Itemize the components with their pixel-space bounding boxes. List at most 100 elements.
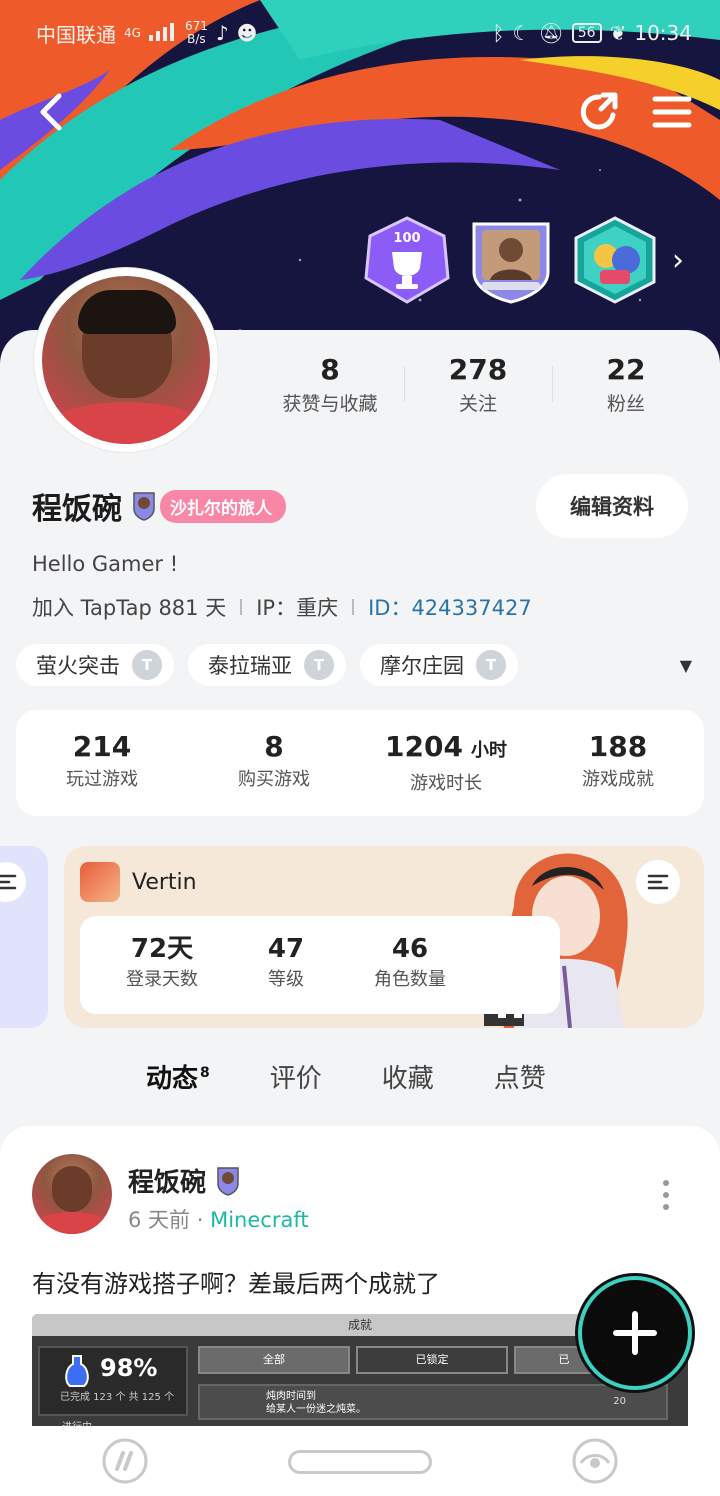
status-bar: 中国联通 4G 671 B/s ♪ ☻ ᛒ ☾ 🔕︎ 56 ❦ 10:34 [36,16,692,50]
edit-profile-button[interactable]: 编辑资料 [536,474,688,538]
playtime-label: 游戏时长 [410,773,482,794]
tier-coin-icon: T [476,650,506,680]
list-settings-icon [0,874,17,890]
screenshot-done-count: 已完成 123 个 共 125 个 [60,1392,175,1403]
hamburger-icon [652,96,692,128]
achievements-stat[interactable]: 188 游戏成就 [532,710,704,816]
bought-games-stat[interactable]: 8 购买游戏 [188,710,360,816]
post-meta: 6 天前 · Minecraft [128,1208,309,1232]
character-count-value: 46 [391,934,429,964]
share-button[interactable] [576,88,624,136]
fans-label: 粉丝 [606,393,645,415]
shield-badge-icon[interactable] [132,491,156,521]
clock: 10:34 [634,21,692,45]
home-pill[interactable] [288,1450,432,1474]
following-count: 278 [448,353,508,386]
screenshot-in-progress: 进行中 [62,1418,92,1426]
post-game-link[interactable]: Minecraft [210,1208,309,1232]
tab-favorites[interactable]: 收藏 [382,1058,434,1095]
character-count-label: 角色数量 [374,969,446,990]
title-tag[interactable]: 沙扎尔的旅人 [160,489,286,523]
menu-button[interactable] [650,92,694,132]
following-stat[interactable]: 278 关注 [404,350,552,418]
game-tags: 萤火突击 T 泰拉瑞亚 T 摩尔庄园 T ▼ [16,644,692,686]
trophy-badge[interactable]: 100 [364,216,450,304]
back-button[interactable] [30,90,70,134]
game-tag[interactable]: 泰拉瑞亚 T [188,644,346,686]
caret-down-icon[interactable]: ▼ [680,656,692,675]
post-author[interactable]: 程饭碗 [128,1162,240,1199]
create-post-button[interactable] [582,1280,688,1386]
content-tabs: 动态 8 评价 收藏 点赞 [146,1058,546,1099]
login-days-value: 72天 [130,934,194,964]
playtime-stat[interactable]: 1204 小时 游戏时长 [360,710,532,816]
tab-moments[interactable]: 动态 8 [146,1058,210,1099]
chevron-right-icon[interactable]: › [672,243,684,278]
eye-icon [572,1438,618,1484]
system-nav-bar [0,1426,720,1496]
playtime-count: 1204 小时 [385,730,507,763]
level-label: 等级 [268,969,304,990]
tab-likes[interactable]: 点赞 [494,1058,546,1095]
bought-games-label: 购买游戏 [238,769,310,790]
nav-eye-button[interactable] [570,1436,620,1486]
achievements-label: 游戏成就 [582,769,654,790]
music-icon: ♪ [215,21,229,45]
character-badge[interactable] [572,216,658,304]
chevron-left-icon [40,93,62,131]
mute-icon: 🔕︎ [538,21,564,45]
badge-row[interactable]: 100 › [364,216,684,304]
post-author-avatar[interactable] [32,1154,112,1234]
svg-text:100: 100 [393,231,420,246]
leaf-icon: ❦ [609,21,627,45]
more-options-button[interactable] [660,1180,672,1210]
screenshot-tab-all: 全部 [198,1346,350,1374]
likes-label: 获赞与收藏 [282,393,378,415]
list-settings-icon [647,874,669,890]
nav-app-button[interactable] [100,1436,150,1486]
game-tag-label: 萤火突击 [36,654,120,678]
screenshot-row-count: 20 [613,1396,626,1407]
share-icon [580,92,618,130]
fans-stat[interactable]: 22 粉丝 [552,350,700,418]
screenshot-achievement-row: 炖肉时间到 给某人一份迷之炖菜。 20 [198,1384,668,1420]
game-tag-label: 泰拉瑞亚 [208,654,292,678]
name-row: 程饭碗 沙扎尔的旅人 [32,484,286,528]
likes-stat[interactable]: 8 获赞与收藏 [256,350,404,418]
tab-reviews[interactable]: 评价 [270,1058,322,1095]
hex-character-icon [574,216,656,304]
login-days-label: 登录天数 [126,969,198,990]
fans-count: 22 [606,353,646,386]
level-value: 47 [267,934,305,964]
network-label: 4G [124,26,141,40]
bluetooth-icon: ᛒ [492,21,505,45]
game-card-settings-button[interactable] [636,860,680,904]
game-card-title: Vertin [132,869,197,895]
bought-games-count: 8 [264,730,284,763]
shield-badge-icon [217,1166,239,1196]
post-time: 6 天前 [128,1208,191,1232]
played-games-stat[interactable]: 214 玩过游戏 [16,710,188,816]
game-tag[interactable]: 萤火突击 T [16,644,174,686]
user-id[interactable]: ID：424337427 [368,592,532,622]
taptap-logo-icon [102,1438,148,1484]
game-tag[interactable]: 摩尔庄园 T [360,644,518,686]
game-card-stats: 72天 登录天数 47 等级 46 角色数量 [80,916,560,1014]
screenshot-progress-box: 98% 已完成 123 个 共 125 个 [38,1346,188,1416]
following-label: 关注 [458,393,497,415]
profile-name: 程饭碗 [32,492,122,527]
achievements-count: 188 [588,730,648,763]
game-card[interactable]: Vertin 72天 登录天数 47 等级 46 角色数量 [64,846,704,1028]
ip-text: IP：重庆 [256,596,339,620]
profile-meta: 加入 TapTap 881 天 IP：重庆 ID：424337427 [32,592,532,622]
battery-indicator: 56 [571,23,602,43]
potion-icon [65,1355,89,1387]
avatar[interactable] [34,268,218,452]
shield-portrait-icon [472,222,550,304]
bio-text: Hello Gamer ! [32,552,179,576]
joined-text: 加入 TapTap 881 天 [32,596,227,620]
card-settings-button[interactable] [0,862,26,902]
side-game-card[interactable] [0,846,48,1028]
portrait-badge[interactable] [468,216,554,304]
game-card-header: Vertin [80,862,197,902]
